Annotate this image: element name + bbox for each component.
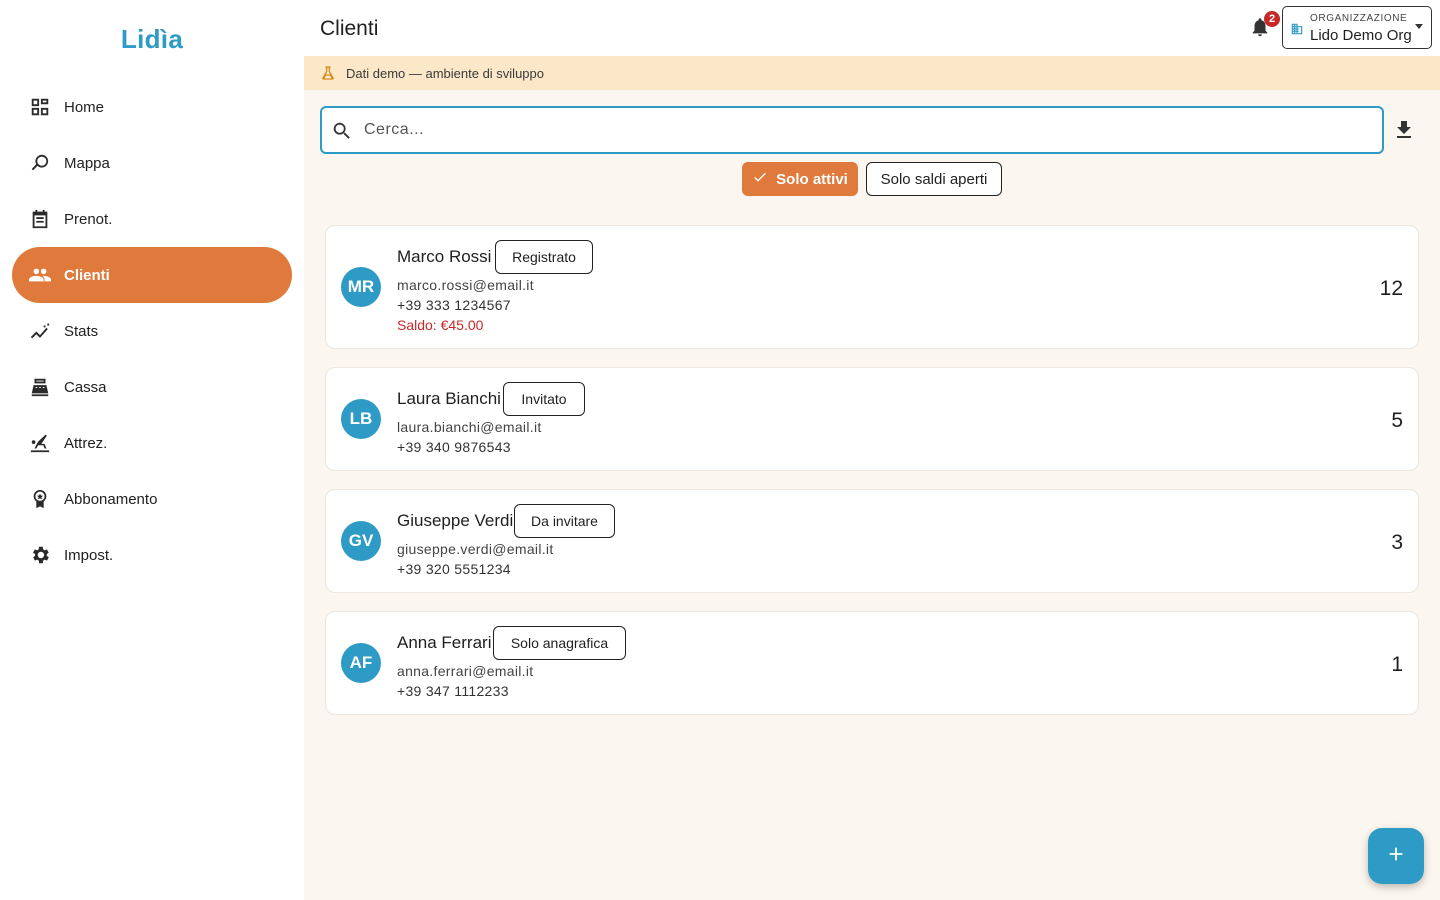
notification-count-badge: 2 xyxy=(1264,11,1280,27)
dashboard-icon xyxy=(28,95,52,119)
plus-icon xyxy=(1385,843,1407,870)
booking-count: 5 xyxy=(1391,409,1403,432)
client-email: laura.bianchi@email.it xyxy=(397,419,542,435)
export-button[interactable] xyxy=(1392,118,1416,142)
sidebar-item-cassa[interactable]: Cassa xyxy=(12,359,292,415)
client-card[interactable]: AF Anna Ferrari Solo anagrafica anna.fer… xyxy=(325,611,1419,715)
badge-ribbon-icon xyxy=(28,487,52,511)
sidebar-item-mappa[interactable]: Mappa xyxy=(12,135,292,191)
sidebar-item-stats[interactable]: Stats xyxy=(12,303,292,359)
check-icon xyxy=(752,169,776,189)
status-badge: Da invitare xyxy=(514,504,615,538)
sidebar-item-label: Stats xyxy=(64,322,99,340)
client-card[interactable]: LB Laura Bianchi Invitato laura.bianchi@… xyxy=(325,367,1419,471)
organization-value: Lido Demo Org xyxy=(1310,27,1412,44)
sidebar-item-home[interactable]: Home xyxy=(12,79,292,135)
client-card[interactable]: GV Giuseppe Verdi Da invitare giuseppe.v… xyxy=(325,489,1419,593)
organization-select[interactable]: ORGANIZZAZIONE Lido Demo Org xyxy=(1282,6,1432,49)
sidebar-item-impost[interactable]: Impost. xyxy=(12,527,292,583)
sidebar-item-label: Cassa xyxy=(64,378,107,396)
sidebar-item-label: Home xyxy=(64,98,105,116)
sidebar-item-prenot[interactable]: Prenot. xyxy=(12,191,292,247)
add-client-button[interactable] xyxy=(1368,828,1424,884)
bell-icon xyxy=(1249,18,1271,42)
cash-register-icon xyxy=(28,375,52,399)
top-bar: Clienti 2 ORGANIZZAZIONE Lido Demo Org xyxy=(304,0,1440,56)
client-email: marco.rossi@email.it xyxy=(397,277,534,293)
client-phone: +39 347 1112233 xyxy=(397,683,509,699)
search-icon xyxy=(331,120,353,142)
app-logo: Lidìa xyxy=(120,24,184,54)
filter-open-balance-chip[interactable]: Solo saldi aperti xyxy=(866,162,1002,196)
client-email: anna.ferrari@email.it xyxy=(397,663,534,679)
sidebar-item-abbonamento[interactable]: Abbonamento xyxy=(12,471,292,527)
status-badge: Invitato xyxy=(503,382,585,416)
sidebar-item-label: Mappa xyxy=(64,154,110,172)
beach-chair-icon xyxy=(28,431,52,455)
sidebar-item-label: Impost. xyxy=(64,546,114,564)
chevron-down-icon xyxy=(1415,24,1423,29)
sidebar-item-label: Attrez. xyxy=(64,434,108,452)
sidebar-item-attrez[interactable]: Attrez. xyxy=(12,415,292,471)
map-pin-icon xyxy=(28,151,52,175)
page-title: Clienti xyxy=(320,17,379,40)
filter-open-balance-label: Solo saldi aperti xyxy=(880,170,988,188)
organization-caption: ORGANIZZAZIONE xyxy=(1310,13,1408,24)
avatar: MR xyxy=(341,267,381,307)
sidebar-item-label: Clienti xyxy=(64,266,110,284)
notifications-button[interactable]: 2 xyxy=(1249,11,1280,42)
avatar: AF xyxy=(341,643,381,683)
building-icon xyxy=(1290,22,1304,36)
download-icon xyxy=(1392,121,1416,146)
status-badge: Solo anagrafica xyxy=(493,626,626,660)
trend-line-icon xyxy=(28,319,52,343)
client-card[interactable]: MR Marco Rossi Registrato marco.rossi@em… xyxy=(325,225,1419,349)
booking-count: 1 xyxy=(1391,653,1403,676)
filter-active-label: Solo attivi xyxy=(776,170,848,188)
client-name: Giuseppe Verdi xyxy=(397,511,514,530)
sidebar-item-label: Abbonamento xyxy=(64,490,158,508)
booking-count: 12 xyxy=(1379,277,1403,300)
avatar: LB xyxy=(341,399,381,439)
client-name: Anna Ferrari xyxy=(397,633,492,652)
avatar: GV xyxy=(341,521,381,561)
booking-count: 3 xyxy=(1391,531,1403,554)
client-name: Marco Rossi xyxy=(397,247,492,266)
demo-banner-text: Dati demo — ambiente di sviluppo xyxy=(346,65,544,81)
search-input[interactable] xyxy=(364,116,1364,144)
sidebar-item-label: Prenot. xyxy=(64,210,113,228)
client-email: giuseppe.verdi@email.it xyxy=(397,541,554,557)
search-field xyxy=(320,106,1384,154)
sidebar: Lidìa Home Mappa Prenot. Clienti Stats C… xyxy=(0,0,304,900)
demo-banner: Dati demo — ambiente di sviluppo xyxy=(304,56,1440,90)
client-balance: Saldo: €45.00 xyxy=(397,317,484,333)
sidebar-item-clienti[interactable]: Clienti xyxy=(12,247,292,303)
client-phone: +39 320 5551234 xyxy=(397,561,511,577)
sidebar-nav: Home Mappa Prenot. Clienti Stats Cassa A… xyxy=(12,79,292,583)
flask-icon xyxy=(320,65,336,81)
client-phone: +39 340 9876543 xyxy=(397,439,511,455)
status-badge: Registrato xyxy=(495,240,593,274)
gear-icon xyxy=(28,543,52,567)
client-phone: +39 333 1234567 xyxy=(397,297,511,313)
people-icon xyxy=(28,263,52,287)
filter-active-chip[interactable]: Solo attivi xyxy=(742,162,858,196)
calendar-list-icon xyxy=(28,207,52,231)
client-name: Laura Bianchi xyxy=(397,389,501,408)
